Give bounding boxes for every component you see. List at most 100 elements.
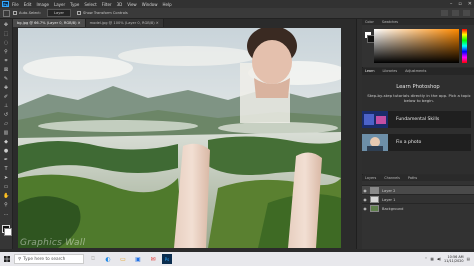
menu-window[interactable]: Window — [142, 2, 158, 7]
fundamental-skills-label: Fundamental Skills — [396, 117, 440, 122]
gradient-tool-icon[interactable]: ▥ — [3, 130, 9, 136]
marquee-tool-icon[interactable]: ⬚ — [3, 31, 9, 37]
notification-icon[interactable]: ▤ — [467, 257, 470, 261]
fix-a-photo-card[interactable]: Fix a photo — [362, 134, 471, 151]
lasso-tool-icon[interactable]: ◌ — [3, 40, 9, 46]
healing-tool-icon[interactable]: ✚ — [3, 85, 9, 91]
transform-controls-checkbox[interactable] — [77, 11, 82, 15]
mail-icon[interactable]: ✉ — [147, 253, 159, 265]
layers-panel-tabs: Layers Channels Paths — [362, 175, 474, 181]
visibility-eye-icon[interactable]: ◉ — [362, 206, 368, 211]
hand-tool-icon[interactable]: ✋ — [3, 193, 9, 199]
dodge-tool-icon[interactable]: ● — [3, 148, 9, 154]
color-panel: Color Swatches — [362, 19, 474, 67]
windows-start-icon[interactable] — [0, 252, 14, 266]
layer-name: Layer 1 — [382, 197, 396, 202]
tab-swatches[interactable]: Swatches — [382, 19, 398, 25]
network-icon[interactable]: ▦ — [430, 257, 433, 261]
pen-tool-icon[interactable]: ✒ — [3, 157, 9, 163]
fundamental-skills-card[interactable]: Fundamental Skills — [362, 111, 471, 128]
path-select-tool-icon[interactable]: ➤ — [3, 175, 9, 181]
tab-layers[interactable]: Layers — [365, 175, 376, 181]
type-tool-icon[interactable]: T — [3, 166, 9, 172]
fix-a-photo-label: Fix a photo — [396, 140, 422, 145]
hue-slider[interactable] — [462, 29, 467, 63]
photoshop-logo: Ps — [2, 1, 9, 7]
composite-image — [18, 28, 341, 248]
clock[interactable]: 10:56 AM 11/11/2020 — [444, 255, 464, 263]
eraser-tool-icon[interactable]: ▱ — [3, 121, 9, 127]
tab-model-document[interactable]: model.jpg @ 100% (Layer 0, RGB/8) ✕ — [85, 19, 164, 27]
auto-select-checkbox[interactable] — [13, 11, 17, 15]
visibility-eye-icon[interactable]: ◉ — [362, 188, 368, 193]
stamp-tool-icon[interactable]: ⊥ — [3, 103, 9, 109]
visibility-eye-icon[interactable]: ◉ — [362, 197, 368, 202]
up-arrow-icon[interactable]: ⌃ — [424, 257, 427, 261]
edge-icon[interactable]: ◐ — [102, 253, 114, 265]
search-icon: ⚲ — [18, 256, 22, 262]
eyedropper-tool-icon[interactable]: ✎ — [3, 76, 9, 82]
layer-thumbnail — [370, 187, 379, 194]
layer-name: Background — [382, 206, 404, 211]
shape-tool-icon[interactable]: ▭ — [3, 184, 9, 190]
workspace-icon[interactable] — [452, 10, 459, 16]
auto-select-dropdown[interactable]: Layer — [47, 9, 72, 17]
menu-filter[interactable]: Filter — [102, 2, 112, 7]
taskbar-search-box[interactable]: ⚲ Type here to search — [14, 254, 84, 264]
quick-select-tool-icon[interactable]: ⚲ — [3, 49, 9, 55]
frame-tool-icon[interactable]: ⊠ — [3, 67, 9, 73]
menu-file[interactable]: File — [12, 2, 19, 7]
menu-edit[interactable]: Edit — [24, 2, 32, 7]
tab-paths[interactable]: Paths — [408, 175, 417, 181]
close-button[interactable]: ✕ — [468, 1, 472, 7]
maximize-button[interactable]: ▫ — [458, 1, 461, 7]
crop-tool-icon[interactable]: ⌗ — [3, 58, 9, 64]
menu-select[interactable]: Select — [84, 2, 96, 7]
file-explorer-icon[interactable]: ▭ — [117, 253, 129, 265]
tab-libraries[interactable]: Libraries — [382, 68, 397, 75]
document-canvas[interactable] — [18, 28, 341, 248]
menu-3d[interactable]: 3D — [117, 2, 123, 7]
document-tab-bar: bg.jpg @ 66.7% (Layer 0, RGB/8) ✕ model.… — [13, 19, 355, 27]
layer-name: Layer 2 — [382, 188, 396, 193]
menu-help[interactable]: Help — [162, 2, 171, 7]
learn-panel-tabs: Learn Libraries Adjustments — [362, 68, 474, 75]
tab-channels[interactable]: Channels — [384, 175, 400, 181]
history-brush-tool-icon[interactable]: ↺ — [3, 112, 9, 118]
menu-image[interactable]: Image — [36, 2, 49, 7]
color-picker-field[interactable] — [374, 29, 459, 63]
menu-type[interactable]: Type — [70, 2, 79, 7]
more-tools-icon[interactable]: … — [3, 211, 9, 217]
task-view-icon[interactable]: ⧉ — [87, 253, 99, 265]
menu-layer[interactable]: Layer — [54, 2, 65, 7]
learn-description: Step-by-step tutorials directly in the a… — [367, 93, 471, 103]
layer-row[interactable]: ◉ Background — [362, 203, 474, 213]
zoom-tool-icon[interactable]: ⚲ — [3, 202, 9, 208]
system-tray: ⌃ ▦ ◀) 10:56 AM 11/11/2020 ▤ — [424, 252, 470, 266]
watermark-text: Graphics Wall — [20, 238, 86, 248]
layers-panel: Layers Channels Paths ◉ Layer 2 ◉ Layer … — [362, 175, 474, 249]
share-icon[interactable] — [463, 10, 470, 16]
learn-title: Learn Photoshop — [396, 84, 440, 90]
brush-tool-icon[interactable]: ✐ — [3, 94, 9, 100]
blur-tool-icon[interactable]: ◆ — [3, 139, 9, 145]
store-icon[interactable]: ▣ — [132, 253, 144, 265]
auto-select-label: Auto-Select: — [19, 11, 42, 15]
minimize-button[interactable]: – — [450, 1, 453, 7]
tools-panel: ✥ ⬚ ◌ ⚲ ⌗ ⊠ ✎ ✚ ✐ ⊥ ↺ ▱ ▥ ◆ ● ✒ T ➤ ▭ ✋ … — [0, 19, 13, 249]
volume-icon[interactable]: ◀) — [437, 257, 441, 261]
tab-color[interactable]: Color — [365, 19, 374, 25]
move-tool-preset-icon[interactable] — [3, 9, 10, 17]
color-panel-tabs: Color Swatches — [362, 19, 474, 25]
photoshop-taskbar-icon[interactable]: Ps — [162, 254, 172, 264]
layer-thumbnail — [370, 196, 379, 203]
menu-view[interactable]: View — [127, 2, 137, 7]
tab-learn[interactable]: Learn — [365, 68, 374, 75]
background-color-swatch[interactable] — [4, 228, 12, 236]
move-tool-icon[interactable]: ✥ — [3, 22, 9, 28]
search-placeholder: Type here to search — [23, 256, 66, 262]
search-icon[interactable] — [441, 10, 448, 16]
options-right-group — [441, 10, 470, 16]
tab-bg-document[interactable]: bg.jpg @ 66.7% (Layer 0, RGB/8) ✕ — [13, 19, 86, 27]
tab-adjustments[interactable]: Adjustments — [405, 68, 426, 75]
